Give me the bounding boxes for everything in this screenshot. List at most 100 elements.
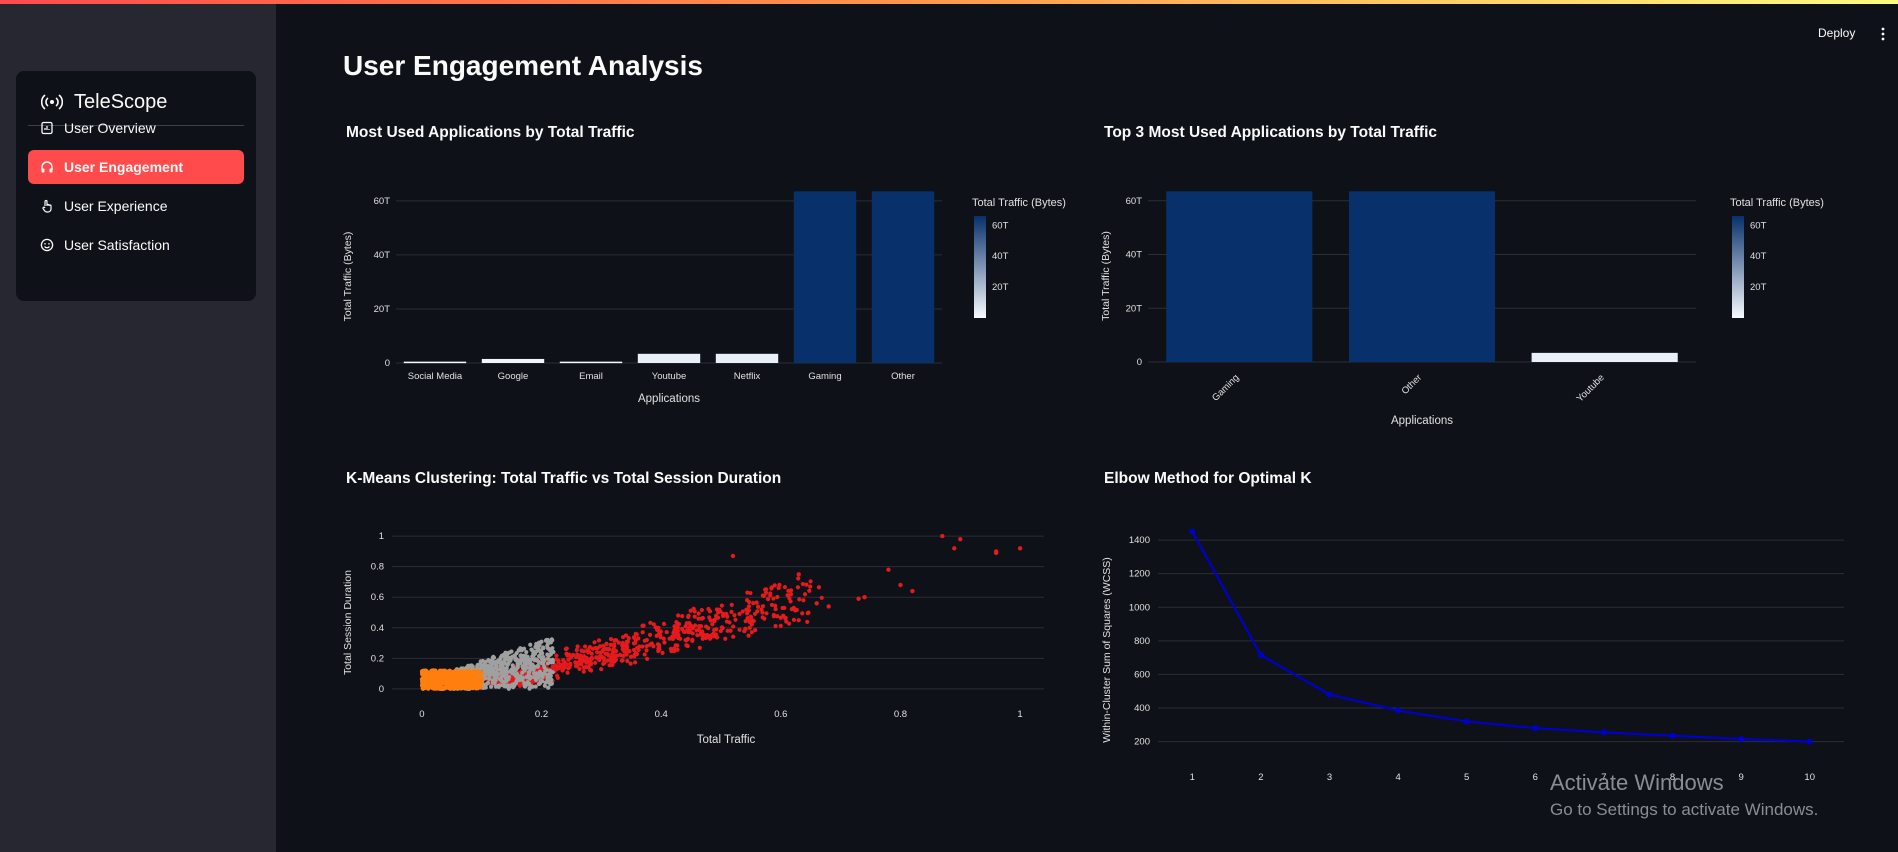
sidebar-item-user-satisfaction[interactable]: User Satisfaction [28,228,244,262]
scatter-point [487,667,492,672]
y-tick-label: 20T [374,304,391,315]
bar-chart-top3-apps[interactable]: 0 20T 40T 60T Gaming Other Youtube Applications… [1098,180,1838,430]
scatter-point [581,665,587,670]
scatter-point [596,638,602,643]
scatter-point [537,642,542,648]
scatter-point [465,677,471,682]
scatter-point [536,681,542,687]
scatter-point [806,610,811,615]
scatter-point [433,686,439,691]
scatter-point [760,615,765,620]
scatter-point [664,630,669,635]
scatter-point [688,628,693,634]
sidebar-item-user-experience[interactable]: User Experience [28,189,244,223]
chart-title-kmeans: K-Means Clustering: Total Traffic vs Tot… [346,470,782,487]
scatter-point [504,670,510,675]
scatter-chart-kmeans[interactable]: 0 0 0.2 0.2 0.4 0.4 0.6 0.6 0.8 0.8 1 1 Total Traffi… [340,520,1100,760]
scatter-point [648,620,653,625]
x-tick-label: Gaming [1210,372,1241,403]
scatter-point [661,621,667,627]
x-tick-label: Other [891,371,915,382]
scatter-point [464,669,470,674]
bar-google [481,358,545,363]
scatter-point [771,612,776,618]
scatter-point [497,659,502,665]
x-tick-label: 0 [419,709,424,720]
scatter-point [696,616,701,621]
scatter-point [633,650,639,656]
scatter-point [697,645,702,650]
scatter-point [796,576,801,581]
scatter-point [725,614,730,619]
main-menu-icon[interactable] [1880,27,1886,41]
scatter-point [586,665,591,670]
colorbar-tick-label: 40T [992,251,1009,262]
x-tick-label: Email [579,371,603,382]
scatter-point [633,660,638,665]
scatter-point [713,634,719,639]
scatter-point [801,598,806,603]
y-tick-label: 40T [374,250,391,261]
x-tick-label: 0.2 [535,709,548,720]
scatter-point [699,607,704,613]
scatter-point [791,617,797,622]
scatter-point [769,602,775,608]
y-tick-label: 0.8 [371,562,384,573]
scatter-point [502,679,507,684]
scatter-point [672,634,677,639]
bar-other [1348,191,1496,362]
scatter-point [624,650,629,655]
x-tick-label: 2 [1258,772,1263,783]
scatter-point [993,550,999,556]
x-tick-label: Gaming [808,371,841,382]
scatter-point [523,662,528,667]
scatter-point [581,649,587,654]
scatter-point [589,668,594,673]
scatter-point [492,665,497,671]
scatter-point [587,645,593,650]
y-tick-label: 1400 [1129,535,1150,546]
sidebar-item-user-overview[interactable]: User Overview [28,111,244,145]
y-axis-label: Total Session Duration [342,570,354,675]
scatter-point [796,572,801,577]
scatter-point [545,643,550,648]
bar-chart-most-used-apps[interactable]: 0 20T 40T 60T Social Media Google Email Youtube… [340,180,1080,420]
scatter-point [807,588,812,593]
scatter-point [437,678,443,684]
scatter-point [733,617,738,622]
line-chart-elbow[interactable]: 20040060080010001200140012345678910Numbe… [1098,520,1858,800]
scatter-point [502,658,507,663]
elbow-point [1806,738,1813,745]
cluster-0-points [419,668,484,692]
scatter-point [506,684,511,689]
scatter-point [510,663,515,668]
scatter-point [644,648,649,653]
scatter-point [491,654,496,659]
elbow-point [1463,718,1470,725]
scatter-point [781,613,786,618]
bar-gaming [1166,191,1313,362]
scatter-point [604,641,609,646]
scatter-point [563,646,568,652]
watermark-line-1: Activate Windows [1550,770,1724,795]
deploy-button[interactable]: Deploy [1818,26,1855,40]
scatter-point [794,607,799,612]
scatter-point [690,637,695,642]
bar-other [871,191,935,363]
scatter-point [695,633,700,638]
y-tick-label: 200 [1134,737,1150,748]
elbow-point [1189,528,1196,535]
scatter-point [497,676,503,682]
scatter-point [777,582,782,587]
scatter-point [608,642,613,647]
scatter-point [730,553,736,559]
scatter-point [523,658,528,663]
scatter-point [467,681,472,686]
scatter-point [640,623,645,628]
x-axis-label: Total Traffic [697,734,756,746]
scatter-point [620,643,625,648]
scatter-point [797,597,802,602]
scatter-point [745,590,750,595]
scatter-point [588,656,594,661]
sidebar-item-user-engagement[interactable]: User Engagement [28,150,244,184]
